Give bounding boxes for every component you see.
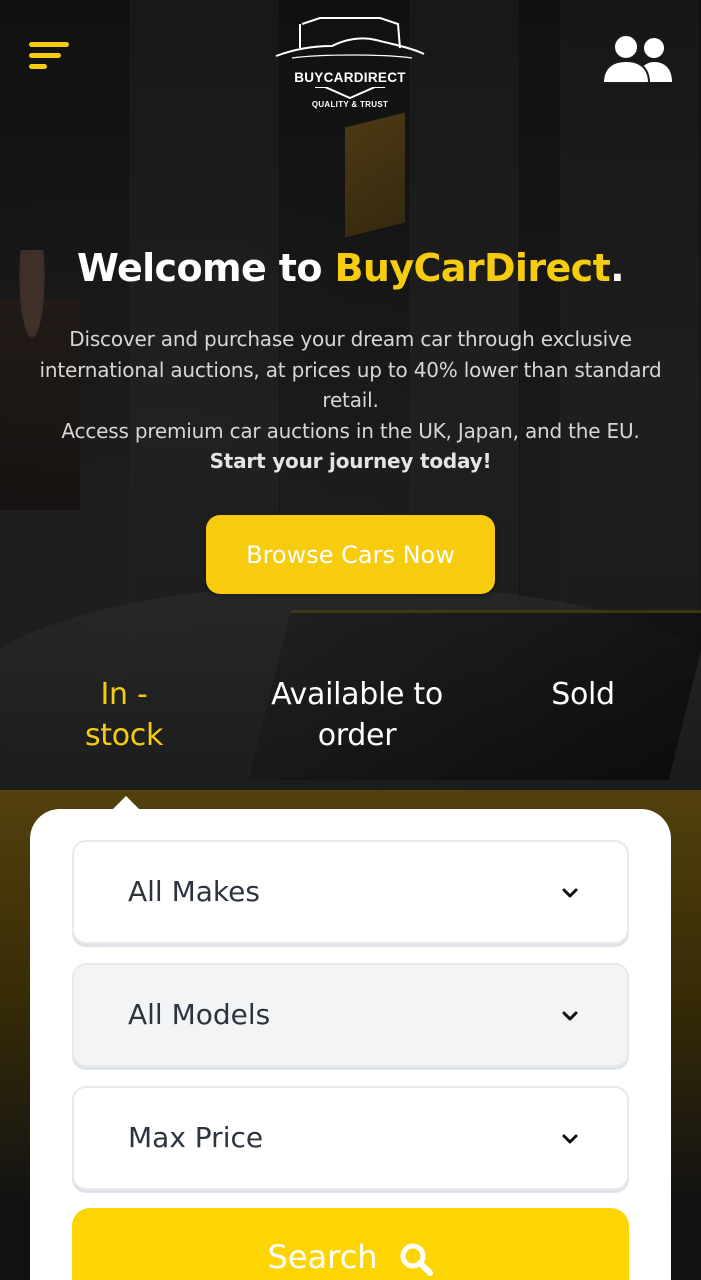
logo-tagline: QUALITY & TRUST <box>311 100 389 109</box>
active-tab-pointer <box>112 796 140 810</box>
chevron-down-icon <box>562 888 578 898</box>
hero-title: Welcome to BuyCarDirect. <box>0 246 701 290</box>
users-icon[interactable] <box>602 34 674 84</box>
search-button-label: Search <box>267 1238 378 1276</box>
model-select-value: All Models <box>128 998 271 1031</box>
tab-sold[interactable]: Sold <box>533 674 633 715</box>
search-panel: All Makes All Models Max Price Search <box>30 809 671 1280</box>
hero-title-suffix: . <box>610 246 624 290</box>
chevron-down-icon <box>562 1134 578 1144</box>
hero-line-1: Discover and purchase your dream car thr… <box>39 327 662 412</box>
hero-title-prefix: Welcome to <box>77 246 335 290</box>
search-icon <box>400 1243 434 1276</box>
hero-line-2: Access premium car auctions in the UK, J… <box>61 418 640 443</box>
hero-line-3: Start your journey today! <box>209 449 492 473</box>
top-header: BUYCARDIRECT QUALITY & TRUST <box>0 0 701 130</box>
model-select[interactable]: All Models <box>72 963 629 1067</box>
car-shield-icon <box>275 17 425 59</box>
chevron-down-icon <box>562 1011 578 1021</box>
hamburger-menu-icon[interactable] <box>29 42 69 74</box>
max-price-select[interactable]: Max Price <box>72 1086 629 1190</box>
logo-wordmark: BUYCARDIRECT <box>294 70 406 85</box>
shield-bottom-icon <box>315 87 385 99</box>
hero-description: Discover and purchase your dream car thr… <box>20 324 681 477</box>
search-button[interactable]: Search <box>72 1208 629 1280</box>
make-select[interactable]: All Makes <box>72 840 629 944</box>
brand-logo[interactable]: BUYCARDIRECT QUALITY & TRUST <box>272 16 428 116</box>
make-select-value: All Makes <box>128 875 260 908</box>
tab-in-stock[interactable]: In - stock <box>74 674 174 756</box>
browse-cars-button[interactable]: Browse Cars Now <box>206 515 495 594</box>
hero-title-brand: BuyCarDirect <box>334 246 611 290</box>
tab-available-to-order[interactable]: Available to order <box>256 674 458 756</box>
max-price-select-value: Max Price <box>128 1121 264 1154</box>
